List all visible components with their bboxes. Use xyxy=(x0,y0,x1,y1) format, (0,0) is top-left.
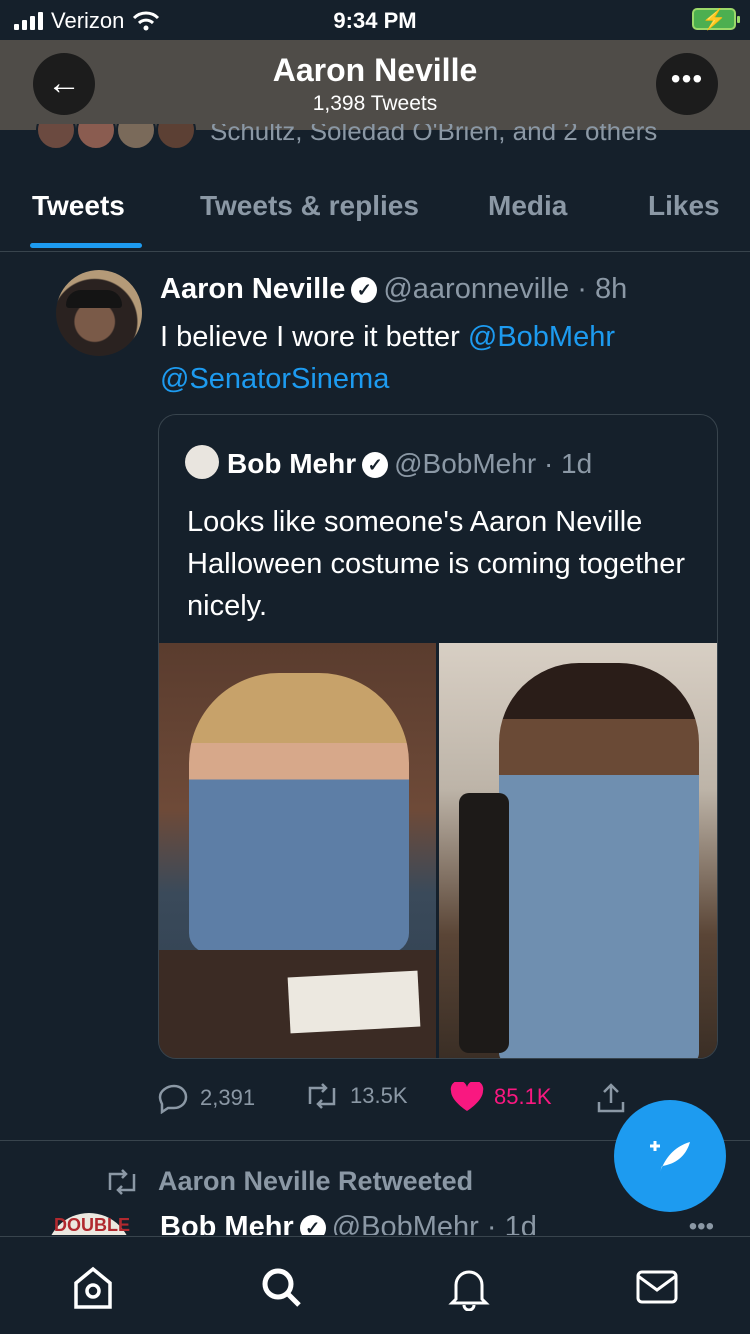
avatar-logo-text: DOUBLE xyxy=(54,1215,130,1235)
tab-likes[interactable]: Likes xyxy=(648,190,720,222)
battery-icon: ⚡ xyxy=(692,8,740,31)
verified-icon: ✓ xyxy=(299,1215,326,1235)
verified-icon: ✓ xyxy=(362,452,389,478)
author-handle[interactable]: @BobMehr · 1d xyxy=(332,1211,537,1235)
home-icon[interactable] xyxy=(68,1263,118,1311)
quoted-author-handle: @BobMehr xyxy=(394,448,537,479)
share-icon xyxy=(597,1083,625,1113)
reply-icon xyxy=(158,1084,188,1114)
profile-tabs: Tweets Tweets & replies Media Likes xyxy=(0,180,750,252)
share-button[interactable] xyxy=(596,1082,626,1114)
active-tab-indicator xyxy=(30,243,142,248)
more-horizontal-icon[interactable]: ••• xyxy=(656,53,718,115)
retweet-icon xyxy=(308,1083,336,1109)
quoted-tweet[interactable]: Bob Mehr ✓ @BobMehr · 1d Looks like someon… xyxy=(158,414,718,1059)
page-title: Aaron Neville xyxy=(272,52,478,88)
quoted-author-name: Bob Mehr xyxy=(227,448,357,479)
retweeted-text: Aaron Neville Retweeted xyxy=(158,1166,474,1196)
retweeted-label[interactable]: Aaron Neville Retweeted xyxy=(104,1166,473,1197)
verified-icon: ✓ xyxy=(351,277,378,303)
next-tweet-header: Bob Mehr ✓ @BobMehr · 1d xyxy=(160,1211,537,1235)
follower-avatar xyxy=(116,124,156,150)
tab-tweets[interactable]: Tweets xyxy=(32,190,125,222)
messages-icon[interactable] xyxy=(632,1263,682,1311)
avatar xyxy=(185,445,219,479)
tweet-header: Aaron Neville ✓ @aaronneville · 8h xyxy=(160,273,627,306)
followers-text: Schultz, Soledad O'Brien, and 2 others xyxy=(210,124,658,146)
author-handle[interactable]: @aaronneville xyxy=(383,273,569,305)
tab-media[interactable]: Media xyxy=(488,190,567,222)
status-bar: Verizon 9:34 PM ⚡ xyxy=(0,0,750,40)
tab-tweets-replies[interactable]: Tweets & replies xyxy=(200,190,419,222)
author-name[interactable]: Bob Mehr xyxy=(160,1211,294,1235)
retweet-count: 13.5K xyxy=(350,1083,408,1108)
followers-you-know[interactable]: Schultz, Soledad O'Brien, and 2 others xyxy=(36,124,750,150)
heart-icon xyxy=(450,1082,484,1111)
quoted-media[interactable] xyxy=(159,643,717,1058)
follower-avatar xyxy=(76,124,116,150)
reply-button[interactable]: 2,391 xyxy=(158,1082,255,1114)
avatar[interactable] xyxy=(56,270,142,356)
mention-link[interactable]: @SenatorSinema xyxy=(160,363,389,395)
bottom-nav xyxy=(0,1236,750,1334)
tweet-count: 1,398 Tweets xyxy=(312,92,438,115)
profile-header: ← Aaron Neville 1,398 Tweets ••• xyxy=(0,40,750,130)
follower-avatar xyxy=(156,124,196,150)
compose-tweet-button[interactable] xyxy=(614,1100,726,1212)
notifications-icon[interactable] xyxy=(444,1263,494,1312)
author-name[interactable]: Aaron Neville xyxy=(160,273,345,305)
avatar[interactable]: DOUBLE xyxy=(46,1213,132,1235)
mention-link[interactable]: @BobMehr xyxy=(468,321,615,353)
quoted-time: · 1d xyxy=(543,448,593,479)
reply-count: 2,391 xyxy=(200,1085,256,1110)
tweet-body: I believe I wore it better xyxy=(160,321,460,353)
media-image[interactable] xyxy=(439,643,717,1058)
compose-icon xyxy=(650,1141,690,1172)
clock: 9:34 PM xyxy=(333,8,417,33)
more-horizontal-icon[interactable]: ••• xyxy=(689,1213,714,1235)
tweet-text: I believe I wore it better @BobMehr @Sen… xyxy=(160,316,720,400)
retweet-button[interactable]: 13.5K xyxy=(304,1082,408,1110)
media-image[interactable] xyxy=(159,643,436,1058)
retweet-icon xyxy=(108,1168,136,1195)
tweet-actions: 2,391 13.5K 85.1K xyxy=(158,1078,638,1118)
search-icon[interactable] xyxy=(256,1263,306,1311)
tweet-time: · 8h xyxy=(577,273,628,305)
quoted-header: Bob Mehr ✓ @BobMehr · 1d xyxy=(185,445,592,480)
quoted-text: Looks like someone's Aaron Neville Hallo… xyxy=(187,506,686,622)
follower-avatar xyxy=(36,124,76,150)
like-count: 85.1K xyxy=(494,1084,552,1109)
like-button[interactable]: 85.1K xyxy=(450,1082,552,1112)
next-tweet[interactable]: DOUBLE Bob Mehr ✓ @BobMehr · 1d ••• xyxy=(0,1205,750,1235)
